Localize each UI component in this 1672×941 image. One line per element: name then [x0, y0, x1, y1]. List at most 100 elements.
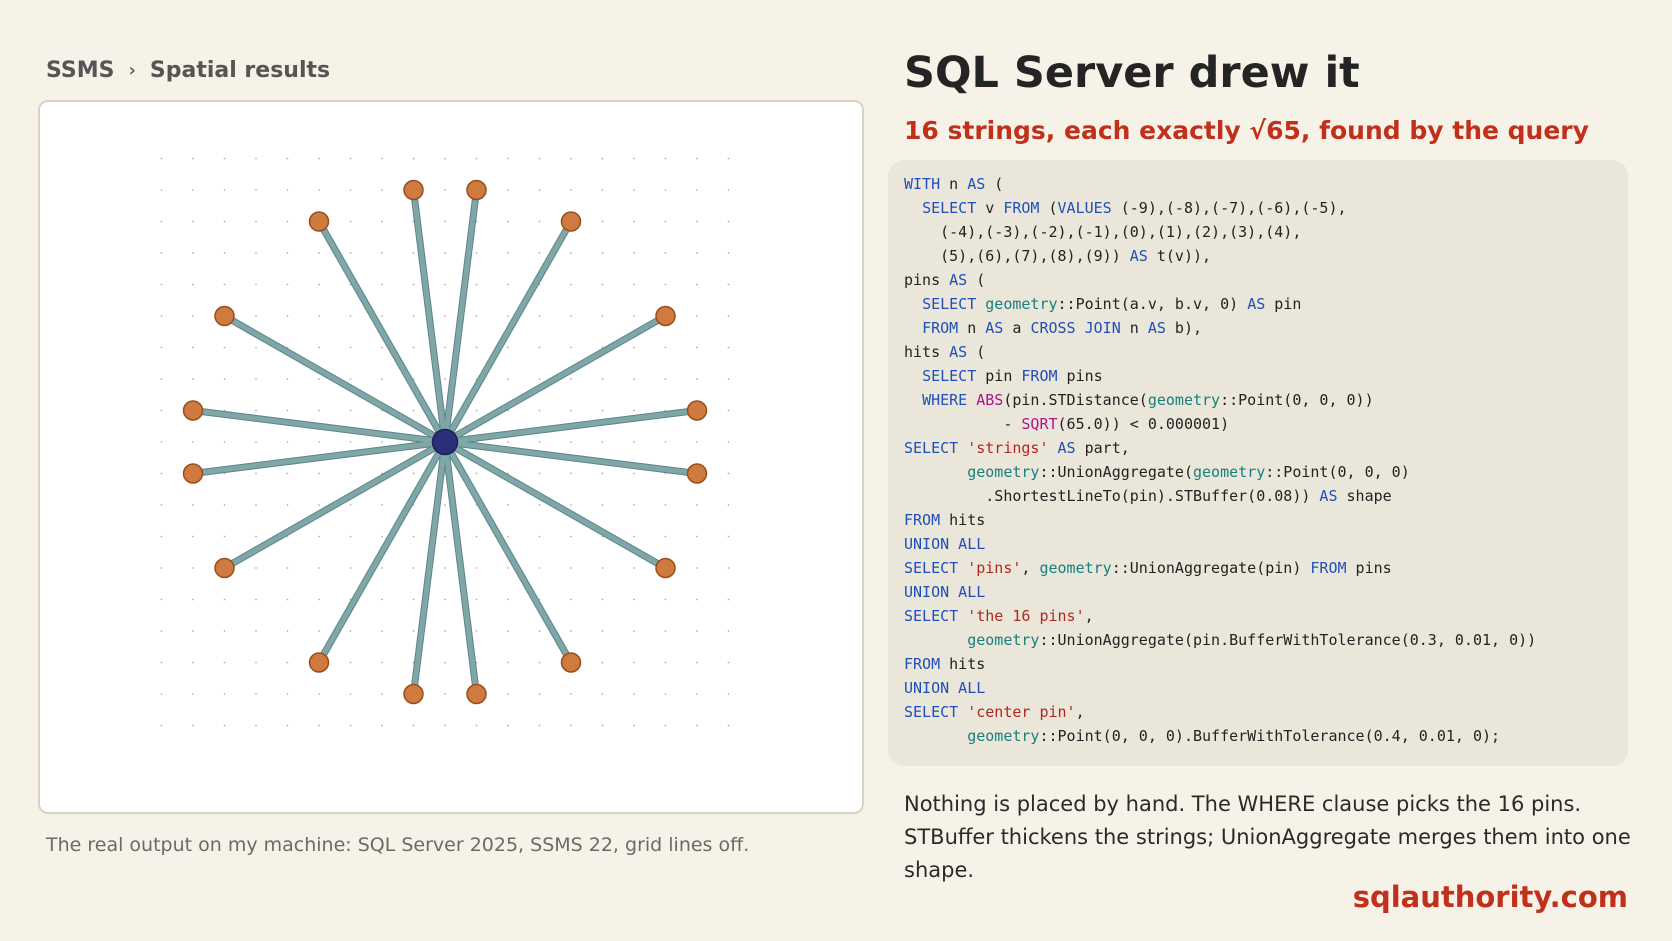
grid-dot	[475, 346, 478, 349]
grid-dot	[160, 315, 163, 317]
grid-dot	[318, 724, 320, 727]
grid-dot	[475, 252, 478, 254]
grid-dot	[664, 504, 667, 506]
grid-dot	[727, 472, 730, 475]
grid-dot	[255, 504, 257, 506]
grid-dot	[475, 409, 478, 412]
code-line: WHERE ABS(pin.STDistance(geometry::Point…	[904, 388, 1628, 412]
breadcrumb: SSMS › Spatial results	[46, 58, 330, 83]
code-token: ::Point(0, 0, 0)	[1265, 463, 1410, 481]
grid-dot	[318, 409, 320, 412]
grid-dot	[444, 378, 446, 380]
code-token: 'the 16 pins'	[967, 607, 1085, 625]
code-line: (5),(6),(7),(8),(9)) AS t(v)),	[904, 244, 1628, 268]
breadcrumb-app[interactable]: SSMS	[46, 58, 114, 83]
grid-dot	[601, 315, 604, 317]
grid-dot	[444, 252, 446, 254]
code-token: shape	[1337, 487, 1392, 505]
grid-dot	[286, 409, 289, 412]
code-token: AS	[949, 343, 968, 361]
code-token: ABS	[976, 391, 1004, 409]
code-token: SELECT	[922, 367, 977, 385]
code-token: FROM	[922, 319, 959, 337]
grid-dot	[160, 378, 163, 380]
grid-dot	[349, 409, 352, 412]
grid-dot	[696, 567, 698, 569]
code-token: geometry	[1039, 559, 1112, 577]
grid-dot	[507, 693, 509, 695]
code-token: 'strings'	[967, 439, 1049, 457]
grid-dot	[349, 441, 352, 443]
grid-dot	[475, 598, 478, 601]
grid-dot	[475, 535, 478, 538]
code-token: v	[976, 199, 1004, 217]
grid-dot	[727, 346, 730, 349]
grid-dot	[255, 661, 257, 664]
grid-dot	[570, 504, 572, 506]
brand-link[interactable]: sqlauthority.com	[1353, 880, 1628, 914]
pin-marker	[466, 683, 487, 705]
code-token: geometry	[1193, 463, 1266, 481]
grid-dot	[160, 472, 163, 475]
grid-dot	[255, 472, 257, 475]
grid-dot	[538, 661, 541, 664]
code-token: ::UnionAggregate(pin.BufferWithTolerance…	[1039, 631, 1537, 649]
grid-dot	[381, 567, 383, 569]
grid-dot	[444, 724, 446, 727]
code-token: (	[1039, 199, 1058, 217]
code-token: 'center pin'	[967, 703, 1076, 721]
grid-dot	[570, 630, 572, 632]
grid-dot	[475, 724, 478, 727]
grid-dot	[507, 315, 509, 317]
grid-dot	[570, 693, 572, 695]
code-line: .ShortestLineTo(pin).STBuffer(0.08)) AS …	[904, 484, 1628, 508]
grid-dot	[412, 724, 415, 727]
grid-dot	[727, 504, 730, 506]
grid-dot	[601, 220, 604, 223]
code-token: ::UnionAggregate(	[1039, 463, 1193, 481]
grid-dot	[349, 567, 352, 569]
code-line: WITH n AS (	[904, 172, 1628, 196]
grid-dot	[192, 567, 194, 569]
grid-dot	[160, 346, 163, 349]
grid-dot	[318, 346, 320, 349]
spatial-results-panel[interactable]	[38, 100, 864, 814]
grid-dot	[538, 220, 541, 223]
grid-dot	[349, 378, 352, 380]
pin-marker	[308, 652, 330, 673]
grid-dot	[727, 252, 730, 254]
grid-dot	[507, 189, 509, 191]
grid-dot	[570, 283, 572, 286]
grid-dot	[381, 693, 383, 695]
code-token: ::Point(a.v, b.v, 0)	[1057, 295, 1248, 313]
grid-dot	[664, 157, 667, 160]
grid-dot	[412, 346, 415, 349]
grid-dot	[160, 220, 163, 223]
grid-dot	[318, 157, 320, 160]
description: Nothing is placed by hand. The WHERE cla…	[904, 788, 1664, 887]
grid-dot	[570, 315, 572, 317]
grid-dot	[633, 630, 635, 632]
grid-dot	[286, 567, 289, 569]
grid-dot	[223, 189, 226, 191]
grid-dot	[192, 598, 194, 601]
code-token: geometry	[967, 727, 1040, 745]
grid-dot	[538, 630, 541, 632]
code-line: FROM n AS a CROSS JOIN n AS b),	[904, 316, 1628, 340]
grid-dot	[475, 567, 478, 569]
code-token: ,	[1075, 703, 1085, 721]
code-token: (	[985, 175, 1004, 193]
grid-dot	[633, 441, 635, 443]
grid-dot	[192, 661, 194, 664]
string-line	[444, 439, 698, 476]
grid-dot	[664, 378, 667, 380]
grid-dot	[318, 252, 320, 254]
grid-dot	[192, 346, 194, 349]
code-token: SQRT	[1021, 415, 1058, 433]
grid-dot	[696, 504, 698, 506]
grid-dot	[255, 441, 257, 443]
code-token: .ShortestLineTo(pin).STBuffer(0.08))	[904, 487, 1320, 505]
